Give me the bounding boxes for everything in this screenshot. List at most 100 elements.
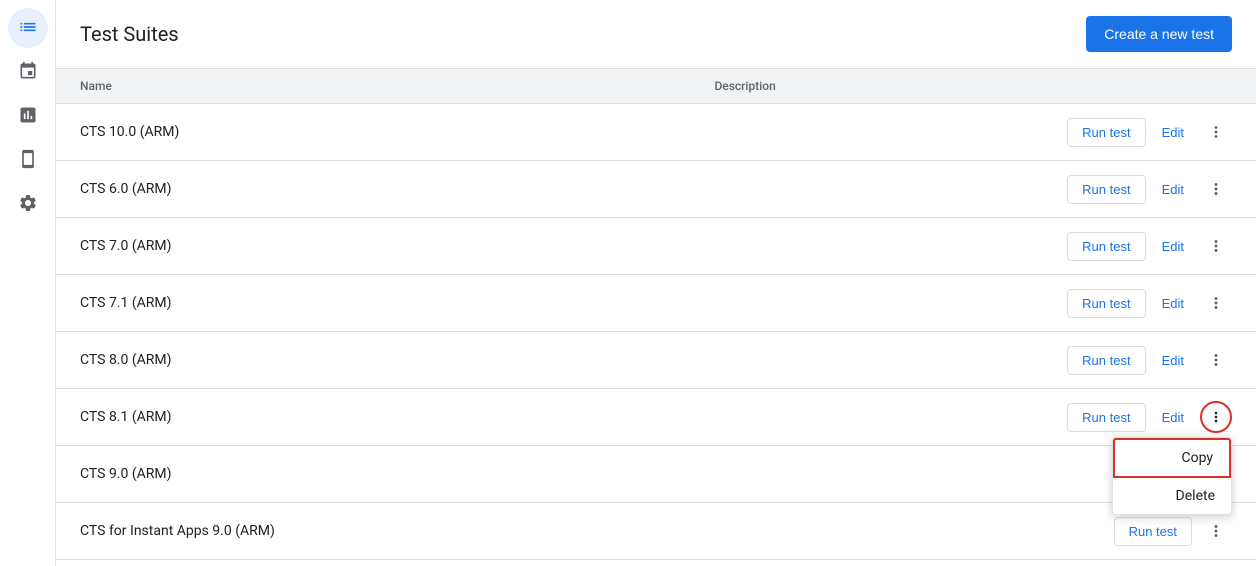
- edit-button[interactable]: Edit: [1154, 176, 1192, 203]
- test-suites-table: Name Description CTS 10.0 (ARM) Run test E…: [56, 69, 1256, 566]
- name-cell: CTS 7.0 (ARM): [56, 218, 690, 275]
- dropdown-wrapper: [1200, 515, 1232, 547]
- run-test-button[interactable]: Run test: [1067, 346, 1145, 375]
- name-cell: CTS 9.0 (ARM): [56, 446, 690, 503]
- run-test-button[interactable]: Run test: [1067, 289, 1145, 318]
- suite-name: CTS 7.1 (ARM): [80, 295, 172, 311]
- actions-cell: Run test Edit: [976, 161, 1256, 218]
- edit-button[interactable]: Edit: [1154, 404, 1192, 431]
- edit-button[interactable]: Edit: [1154, 119, 1192, 146]
- suite-name: CTS 8.1 (ARM): [80, 409, 172, 425]
- list-icon: [18, 17, 38, 40]
- actions-group: Run test Edit: [1000, 344, 1232, 376]
- more-options-button[interactable]: [1200, 230, 1232, 262]
- description-cell: [690, 446, 976, 503]
- chart-icon: [18, 105, 38, 128]
- actions-cell: Run test Edit: [976, 104, 1256, 161]
- actions-cell: Run test Edit CopyDelete: [976, 389, 1256, 446]
- more-options-button[interactable]: [1200, 401, 1232, 433]
- table-row: CTS 8.1 (ARM) Run test Edit CopyDelete: [56, 389, 1256, 446]
- table-row: CTS 8.0 (ARM) Run test Edit: [56, 332, 1256, 389]
- sidebar-item-devices[interactable]: [8, 140, 48, 180]
- actions-group: Run test Edit CopyDelete: [1000, 401, 1232, 433]
- more-options-button[interactable]: [1200, 515, 1232, 547]
- table-row: CTS 6.0 (ARM) Run test Edit: [56, 161, 1256, 218]
- run-test-button[interactable]: Run test: [1114, 517, 1192, 546]
- page-title: Test Suites: [80, 22, 179, 46]
- create-new-test-button[interactable]: Create a new test: [1086, 16, 1232, 52]
- name-cell: CTS 10.0 (ARM): [56, 104, 690, 161]
- actions-group: Run test: [1000, 515, 1232, 547]
- suite-name: CTS 6.0 (ARM): [80, 181, 172, 197]
- table-row: CTS for Instant Apps 9.0 (ARM) Run test: [56, 503, 1256, 560]
- description-cell: [690, 560, 976, 566]
- name-cell: CTS 8.1 (ARM): [56, 389, 690, 446]
- suite-name: CTS 7.0 (ARM): [80, 238, 172, 254]
- suite-name: CTS 10.0 (ARM): [80, 124, 179, 140]
- description-cell: [690, 104, 976, 161]
- dropdown-wrapper: [1200, 116, 1232, 148]
- edit-button[interactable]: Edit: [1154, 347, 1192, 374]
- sidebar: [0, 0, 56, 566]
- description-cell: [690, 161, 976, 218]
- actions-group: Run test Edit: [1000, 230, 1232, 262]
- run-test-button[interactable]: Run test: [1067, 175, 1145, 204]
- page-header: Test Suites Create a new test: [56, 0, 1256, 69]
- description-cell: [690, 218, 976, 275]
- edit-button[interactable]: Edit: [1154, 290, 1192, 317]
- actions-group: Run test Edit: [1000, 173, 1232, 205]
- settings-icon: [18, 193, 38, 216]
- dropdown-wrapper: [1200, 344, 1232, 376]
- column-header-name: Name: [56, 69, 690, 104]
- actions-cell: Run test Edit: [976, 218, 1256, 275]
- description-cell: [690, 503, 976, 560]
- name-cell: CTS 6.0 (ARM): [56, 161, 690, 218]
- dropdown-menu: CopyDelete: [1112, 437, 1232, 515]
- more-options-button[interactable]: [1200, 173, 1232, 205]
- dropdown-item-delete[interactable]: Delete: [1113, 478, 1231, 514]
- sidebar-item-calendar[interactable]: [8, 52, 48, 92]
- dropdown-wrapper: [1200, 287, 1232, 319]
- calendar-icon: [18, 61, 38, 84]
- more-options-button[interactable]: [1200, 287, 1232, 319]
- more-options-button[interactable]: [1200, 344, 1232, 376]
- table-header-row: Name Description: [56, 69, 1256, 104]
- table-row: CTS-on-GSI 9.0 (ARM) Run testEdit: [56, 560, 1256, 566]
- dropdown-wrapper: [1200, 230, 1232, 262]
- sidebar-item-analytics[interactable]: [8, 96, 48, 136]
- suite-name: CTS 9.0 (ARM): [80, 466, 172, 482]
- more-options-button[interactable]: [1200, 116, 1232, 148]
- run-test-button[interactable]: Run test: [1067, 232, 1145, 261]
- actions-cell: Run testEdit: [976, 560, 1256, 566]
- actions-cell: Run test Edit: [976, 275, 1256, 332]
- test-suites-table-container: Name Description CTS 10.0 (ARM) Run test E…: [56, 69, 1256, 566]
- dropdown-wrapper: [1200, 173, 1232, 205]
- name-cell: CTS 8.0 (ARM): [56, 332, 690, 389]
- edit-button[interactable]: Edit: [1154, 233, 1192, 260]
- sidebar-item-list[interactable]: [8, 8, 48, 48]
- column-header-description: Description: [690, 69, 976, 104]
- suite-name: CTS 8.0 (ARM): [80, 352, 172, 368]
- description-cell: [690, 332, 976, 389]
- dropdown-wrapper: CopyDelete: [1200, 401, 1232, 433]
- suite-name: CTS for Instant Apps 9.0 (ARM): [80, 523, 275, 539]
- name-cell: CTS 7.1 (ARM): [56, 275, 690, 332]
- dropdown-item-copy[interactable]: Copy: [1113, 438, 1231, 478]
- actions-group: Run test Edit: [1000, 116, 1232, 148]
- table-row: CTS 10.0 (ARM) Run test Edit: [56, 104, 1256, 161]
- phone-icon: [18, 149, 38, 172]
- sidebar-item-settings[interactable]: [8, 184, 48, 224]
- table-row: CTS 7.1 (ARM) Run test Edit: [56, 275, 1256, 332]
- name-cell: CTS for Instant Apps 9.0 (ARM): [56, 503, 690, 560]
- column-header-actions: [976, 69, 1256, 104]
- description-cell: [690, 275, 976, 332]
- run-test-button[interactable]: Run test: [1067, 118, 1145, 147]
- table-row: CTS 7.0 (ARM) Run test Edit: [56, 218, 1256, 275]
- main-content: Test Suites Create a new test Name Descr…: [56, 0, 1256, 566]
- actions-group: Run test Edit: [1000, 287, 1232, 319]
- name-cell: CTS-on-GSI 9.0 (ARM): [56, 560, 690, 566]
- description-cell: [690, 389, 976, 446]
- run-test-button[interactable]: Run test: [1067, 403, 1145, 432]
- actions-cell: Run test Edit: [976, 332, 1256, 389]
- table-row: CTS 9.0 (ARM)Run test: [56, 446, 1256, 503]
